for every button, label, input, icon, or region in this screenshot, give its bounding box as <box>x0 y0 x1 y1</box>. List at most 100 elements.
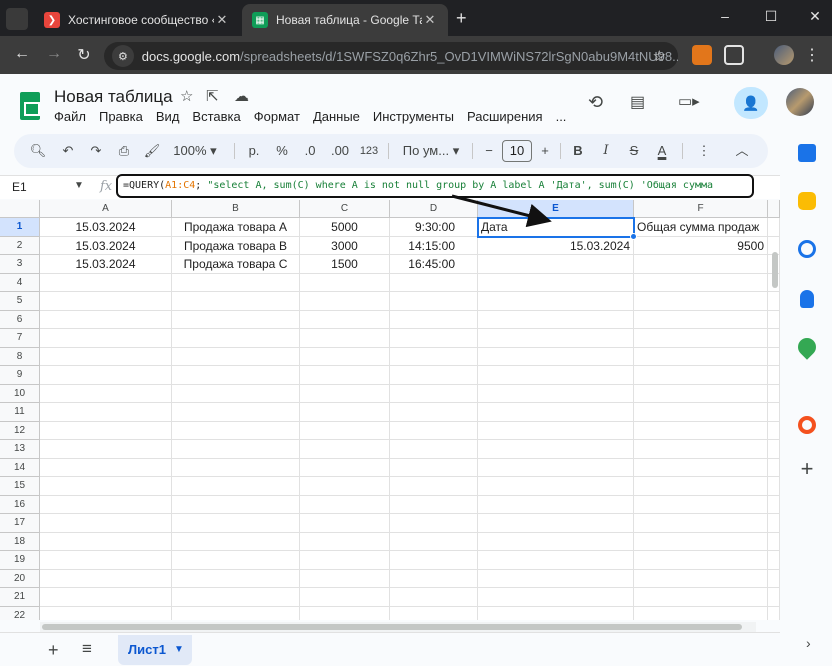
row-header-20[interactable]: 20 <box>0 569 40 588</box>
table-cell[interactable] <box>300 551 390 570</box>
close-window-button[interactable]: ✕ <box>800 8 830 25</box>
table-cell[interactable] <box>768 421 780 440</box>
table-cell[interactable] <box>768 384 780 403</box>
table-cell[interactable] <box>40 551 172 570</box>
table-cell[interactable] <box>172 384 300 403</box>
maps-icon[interactable] <box>794 334 820 360</box>
sheet-tab-dropdown-icon[interactable]: ▼ <box>174 635 184 665</box>
table-cell[interactable] <box>634 458 768 477</box>
table-cell[interactable] <box>40 292 172 311</box>
table-cell[interactable] <box>768 347 780 366</box>
font-select[interactable]: По ум... ▾ <box>396 134 466 168</box>
table-cell[interactable] <box>634 310 768 329</box>
bold-button[interactable]: B <box>568 134 588 168</box>
table-cell[interactable] <box>172 347 300 366</box>
text-color-button[interactable]: A <box>652 134 672 168</box>
table-cell[interactable] <box>634 606 768 620</box>
row-header-3[interactable]: 3 <box>0 255 40 274</box>
table-cell[interactable] <box>300 384 390 403</box>
table-cell[interactable] <box>768 366 780 385</box>
table-cell[interactable]: 5000 <box>300 218 390 237</box>
reload-icon[interactable]: ↻ <box>74 45 94 65</box>
formula-input[interactable]: =QUERY(A1:C4; "select A, sum(C) where A … <box>116 174 754 198</box>
row-header-13[interactable]: 13 <box>0 440 40 459</box>
meet-video-icon[interactable]: ▭▸ <box>678 92 700 110</box>
table-cell[interactable]: Продажа товара A <box>172 218 300 237</box>
table-cell[interactable] <box>478 477 634 496</box>
table-cell[interactable] <box>634 440 768 459</box>
move-folder-icon[interactable]: ⇱ <box>206 87 219 105</box>
star-icon[interactable]: ☆ <box>180 87 193 105</box>
column-header-c[interactable]: C <box>300 200 390 218</box>
tab-google-sheets[interactable]: ▦ Новая таблица - Google Табли ✕ <box>242 4 448 36</box>
row-header-7[interactable]: 7 <box>0 329 40 348</box>
increase-decimal-button[interactable]: .00 <box>328 134 352 168</box>
vertical-scrollbar[interactable] <box>772 252 778 288</box>
browser-menu-icon[interactable]: ⋮ <box>802 45 822 65</box>
share-button[interactable]: 👤 <box>734 87 768 119</box>
table-cell[interactable] <box>40 495 172 514</box>
table-cell[interactable] <box>768 588 780 607</box>
column-header-b[interactable]: B <box>172 200 300 218</box>
table-cell[interactable] <box>172 458 300 477</box>
table-cell[interactable] <box>172 329 300 348</box>
table-cell[interactable] <box>768 551 780 570</box>
column-header-a[interactable]: A <box>40 200 172 218</box>
table-cell[interactable] <box>478 403 634 422</box>
collapse-toolbar-icon[interactable]: ︿ <box>732 134 752 168</box>
table-cell[interactable] <box>634 366 768 385</box>
table-cell[interactable] <box>478 255 634 274</box>
table-cell[interactable] <box>478 347 634 366</box>
table-cell[interactable]: 16:45:00 <box>390 255 478 274</box>
column-header-e[interactable]: E <box>478 200 634 218</box>
table-cell[interactable] <box>390 569 478 588</box>
font-size-input[interactable]: 10 <box>502 140 532 162</box>
tab-timeweb[interactable]: ❯ Хостинговое сообщество «Tim ✕ <box>34 4 240 36</box>
table-cell[interactable] <box>300 606 390 620</box>
table-cell[interactable] <box>172 273 300 292</box>
table-cell[interactable] <box>634 329 768 348</box>
calendar-icon[interactable] <box>798 144 816 162</box>
table-cell[interactable]: 9:30:00 <box>390 218 478 237</box>
fill-handle[interactable] <box>630 232 637 240</box>
expand-side-panel-icon[interactable]: › <box>806 635 811 651</box>
table-cell[interactable] <box>300 403 390 422</box>
table-cell[interactable] <box>390 588 478 607</box>
table-cell[interactable] <box>300 477 390 496</box>
zoom-select[interactable]: 100% ▾ <box>170 134 220 168</box>
forward-icon[interactable]: → <box>44 45 64 63</box>
table-cell[interactable] <box>300 588 390 607</box>
menu-view[interactable]: Вид <box>156 109 180 124</box>
table-cell[interactable] <box>172 606 300 620</box>
table-cell[interactable] <box>172 477 300 496</box>
cloud-saved-icon[interactable]: ☁ <box>234 87 249 105</box>
percent-button[interactable]: % <box>272 134 292 168</box>
table-cell[interactable]: Дата <box>478 218 634 237</box>
table-cell[interactable] <box>300 458 390 477</box>
table-cell[interactable] <box>768 532 780 551</box>
table-cell[interactable] <box>478 440 634 459</box>
table-cell[interactable] <box>390 606 478 620</box>
table-cell[interactable] <box>172 421 300 440</box>
menu-file[interactable]: Файл <box>54 109 86 124</box>
name-box-dropdown-icon[interactable]: ▼ <box>74 180 84 191</box>
table-cell[interactable]: 15.03.2024 <box>478 236 634 255</box>
menu-more[interactable]: ... <box>556 109 567 124</box>
get-addons-plus-icon[interactable]: + <box>798 458 816 480</box>
table-cell[interactable] <box>478 310 634 329</box>
table-cell[interactable] <box>390 532 478 551</box>
history-icon[interactable]: ⟲ <box>588 92 603 113</box>
table-cell[interactable] <box>634 384 768 403</box>
table-cell[interactable] <box>40 421 172 440</box>
table-cell[interactable] <box>172 588 300 607</box>
table-cell[interactable] <box>478 606 634 620</box>
sheets-logo-icon[interactable] <box>20 92 40 120</box>
table-cell[interactable] <box>300 514 390 533</box>
table-cell[interactable] <box>40 273 172 292</box>
table-cell[interactable]: Общая сумма продаж <box>634 218 768 237</box>
table-cell[interactable] <box>768 569 780 588</box>
redo-icon[interactable]: ↷ <box>86 134 106 168</box>
table-cell[interactable] <box>478 588 634 607</box>
column-header-g[interactable] <box>768 200 780 218</box>
table-cell[interactable] <box>300 569 390 588</box>
